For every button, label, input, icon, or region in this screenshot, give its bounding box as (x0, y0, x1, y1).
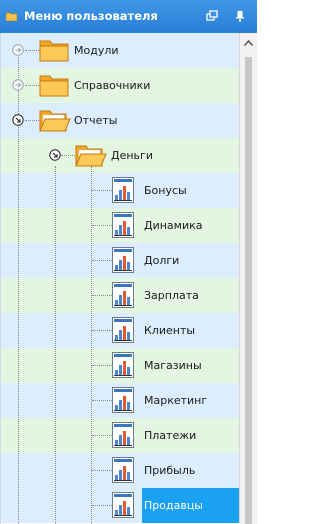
tree-item-label[interactable]: Бонусы (144, 184, 187, 198)
tree-item-label[interactable]: Деньги (111, 149, 153, 163)
tree-item-label[interactable]: Долги (144, 254, 179, 268)
tree-connector (18, 57, 19, 524)
tree-connector (92, 225, 112, 226)
tree-item-label-selected[interactable]: Продавцы (142, 488, 239, 523)
vertical-scrollbar[interactable] (239, 33, 257, 524)
tree-item-label[interactable]: Прибыль (144, 464, 195, 478)
tree-item-label[interactable]: Справочники (74, 79, 150, 93)
folder-icon (39, 40, 69, 62)
report-icon (112, 387, 134, 413)
report-icon (112, 247, 134, 273)
tree-item-label[interactable]: Зарплата (144, 289, 199, 303)
tree-connector (92, 470, 112, 471)
tree-connector (92, 260, 112, 261)
tree-connector (92, 435, 112, 436)
report-icon (112, 177, 134, 203)
tree-item-label[interactable]: Динамика (144, 219, 203, 233)
tree-connector (25, 120, 39, 121)
report-icon (112, 317, 134, 343)
tree-connector (92, 400, 112, 401)
tree-connector (92, 190, 112, 191)
expand-icon[interactable] (12, 79, 24, 91)
folder-icon (39, 75, 69, 97)
scrollbar-thumb[interactable] (245, 57, 252, 524)
float-window-icon[interactable] (205, 9, 219, 23)
report-icon (112, 212, 134, 238)
window-title: Меню пользователя (24, 9, 158, 23)
tree-item-label[interactable]: Модули (74, 44, 119, 58)
report-icon (112, 457, 134, 483)
report-icon (112, 492, 134, 518)
tree-connector (25, 85, 39, 86)
tree-item-label[interactable]: Клиенты (144, 324, 195, 338)
tree-connector (55, 166, 56, 524)
menu-tree: Модули Справочники Отчеты Деньги Бонусы … (0, 33, 239, 524)
tree-connector (92, 365, 112, 366)
tree-connector (92, 505, 112, 506)
tree-item-label[interactable]: Платежи (144, 429, 196, 443)
tree-item-label[interactable]: Маркетинг (144, 394, 207, 408)
folder-open-icon (75, 145, 107, 167)
tree-connector (25, 50, 39, 51)
folder-open-icon (39, 110, 71, 132)
report-icon (112, 422, 134, 448)
scroll-up-arrow-icon[interactable] (244, 40, 253, 46)
tree-connector (61, 155, 75, 156)
expand-icon[interactable] (12, 44, 24, 56)
collapse-icon[interactable] (49, 149, 61, 161)
pin-icon[interactable] (233, 9, 247, 23)
tree-connector (92, 330, 112, 331)
tree-item-label[interactable]: Магазины (144, 359, 202, 373)
report-icon (112, 352, 134, 378)
report-icon (112, 282, 134, 308)
tree-connector (92, 295, 112, 296)
folder-icon (6, 12, 17, 21)
collapse-icon[interactable] (12, 114, 24, 126)
tree-item-label[interactable]: Отчеты (74, 114, 117, 128)
window-title-bar: Меню пользователя (0, 0, 257, 33)
